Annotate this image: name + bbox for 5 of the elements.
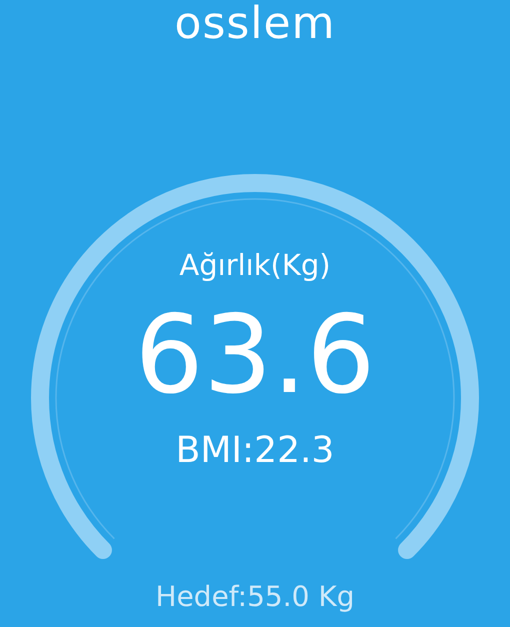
weight-label: Ağırlık(Kg) (179, 248, 331, 282)
weight-value: 63.6 (134, 302, 376, 410)
target-weight: Hedef:55.0 Kg (156, 580, 354, 613)
app-title: osslem (174, 0, 336, 48)
bmi-value: BMI:22.3 (176, 430, 334, 472)
